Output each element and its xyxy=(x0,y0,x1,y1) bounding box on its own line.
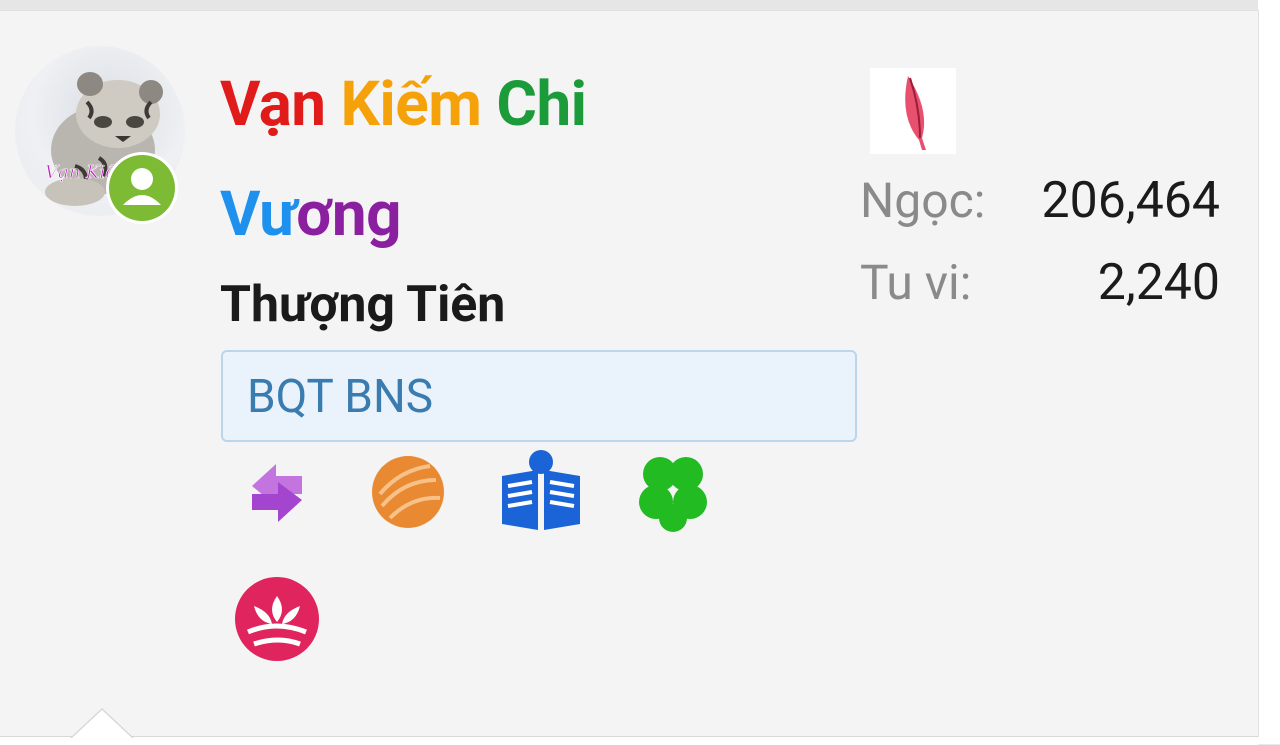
lotus-icon[interactable] xyxy=(232,574,322,664)
username[interactable]: Vạn Kiếm Chi Vương xyxy=(220,50,840,270)
username-part: ơng xyxy=(296,178,401,251)
orange-ball-icon[interactable] xyxy=(366,452,450,532)
online-status-badge xyxy=(106,152,178,224)
tuvi-value: 2,240 xyxy=(1097,254,1220,312)
scroll-gutter xyxy=(1258,0,1280,744)
top-bar xyxy=(0,0,1258,10)
card-pointer xyxy=(70,708,134,738)
user-banner: BQT BNS xyxy=(221,350,857,442)
username-part: V xyxy=(220,68,259,141)
username-part: Chi xyxy=(496,68,587,141)
user-rank-title: Thượng Tiên xyxy=(220,276,506,334)
tuvi-label: Tu vi: xyxy=(860,254,972,311)
user-icon xyxy=(123,168,161,205)
feather-award-icon[interactable] xyxy=(870,68,956,154)
banner-text: BQT BNS xyxy=(247,370,434,424)
reader-book-icon[interactable] xyxy=(496,446,586,536)
ngoc-value: 206,464 xyxy=(1041,172,1220,230)
ngoc-label: Ngọc: xyxy=(860,172,986,229)
username-part: ạn xyxy=(258,68,341,141)
username-part: Kiếm xyxy=(340,68,497,141)
sync-arrows-icon[interactable] xyxy=(232,448,322,538)
username-part: Vư xyxy=(220,178,297,251)
clover-icon[interactable] xyxy=(628,446,718,536)
